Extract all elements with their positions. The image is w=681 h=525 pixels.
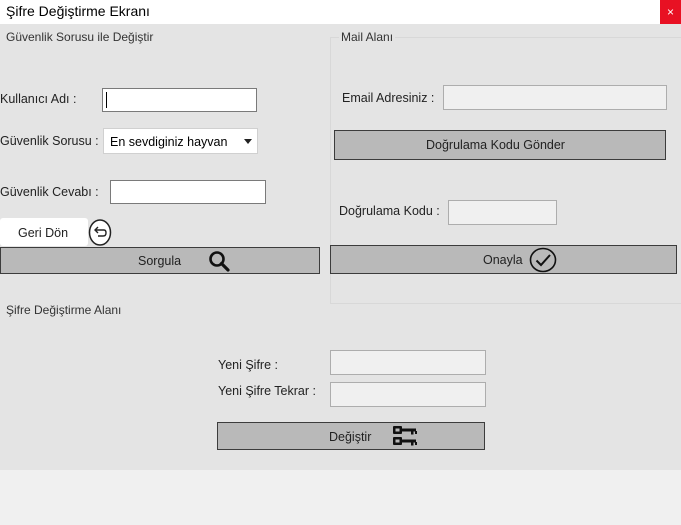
username-label: Kullanıcı Adı : <box>0 92 77 106</box>
close-icon: × <box>666 5 674 19</box>
back-button-label: Geri Dön <box>18 226 69 240</box>
change-button[interactable]: Değiştir <box>217 422 485 450</box>
text-caret <box>106 92 107 108</box>
repeat-password-input[interactable] <box>330 382 486 407</box>
username-input[interactable] <box>102 88 257 112</box>
change-group-title: Şifre Değiştirme Alanı <box>4 303 124 317</box>
new-password-input[interactable] <box>330 350 486 375</box>
question-select[interactable]: En sevdiginiz hayvan <box>103 128 258 154</box>
code-input[interactable] <box>448 200 557 225</box>
search-icon <box>209 250 230 272</box>
answer-label: Güvenlik Cevabı : <box>0 185 99 199</box>
key-icon <box>393 426 417 446</box>
question-label: Güvenlik Sorusu : <box>0 134 99 148</box>
bottom-strip <box>0 470 681 525</box>
confirm-button[interactable]: Onayla <box>330 245 677 274</box>
change-button-label: Değiştir <box>329 430 372 444</box>
close-button[interactable]: × <box>660 0 681 24</box>
query-button[interactable]: Sorgula <box>0 247 320 274</box>
question-selected-value: En sevdiginiz hayvan <box>110 135 228 149</box>
email-input[interactable] <box>443 85 667 110</box>
code-label: Doğrulama Kodu : <box>339 204 440 218</box>
confirm-button-label: Onayla <box>483 253 523 267</box>
change-icon-box <box>389 423 421 449</box>
window-title: Şifre Değiştirme Ekranı <box>6 3 150 19</box>
title-bar: Şifre Değiştirme Ekranı × <box>0 0 681 24</box>
repeat-password-label: Yeni Şifre Tekrar : <box>218 384 316 398</box>
query-button-label: Sorgula <box>138 254 182 268</box>
confirm-icon-box <box>527 246 559 273</box>
email-label: Email Adresiniz : <box>342 91 435 105</box>
back-icon-button[interactable] <box>88 219 112 246</box>
mail-group-title: Mail Alanı <box>339 30 396 44</box>
send-code-button-label: Doğrulama Kodu Gönder <box>426 138 565 152</box>
checkmark-icon <box>529 247 557 272</box>
security-group-title: Güvenlik Sorusu ile Değiştir <box>4 30 156 44</box>
back-arrow-icon <box>88 219 112 246</box>
answer-input[interactable] <box>110 180 266 204</box>
query-icon-box <box>200 248 238 273</box>
new-password-label: Yeni Şifre : <box>218 358 278 372</box>
send-code-button[interactable]: Doğrulama Kodu Gönder <box>334 130 666 160</box>
back-button[interactable]: Geri Dön <box>0 218 88 246</box>
chevron-down-icon <box>244 139 252 144</box>
